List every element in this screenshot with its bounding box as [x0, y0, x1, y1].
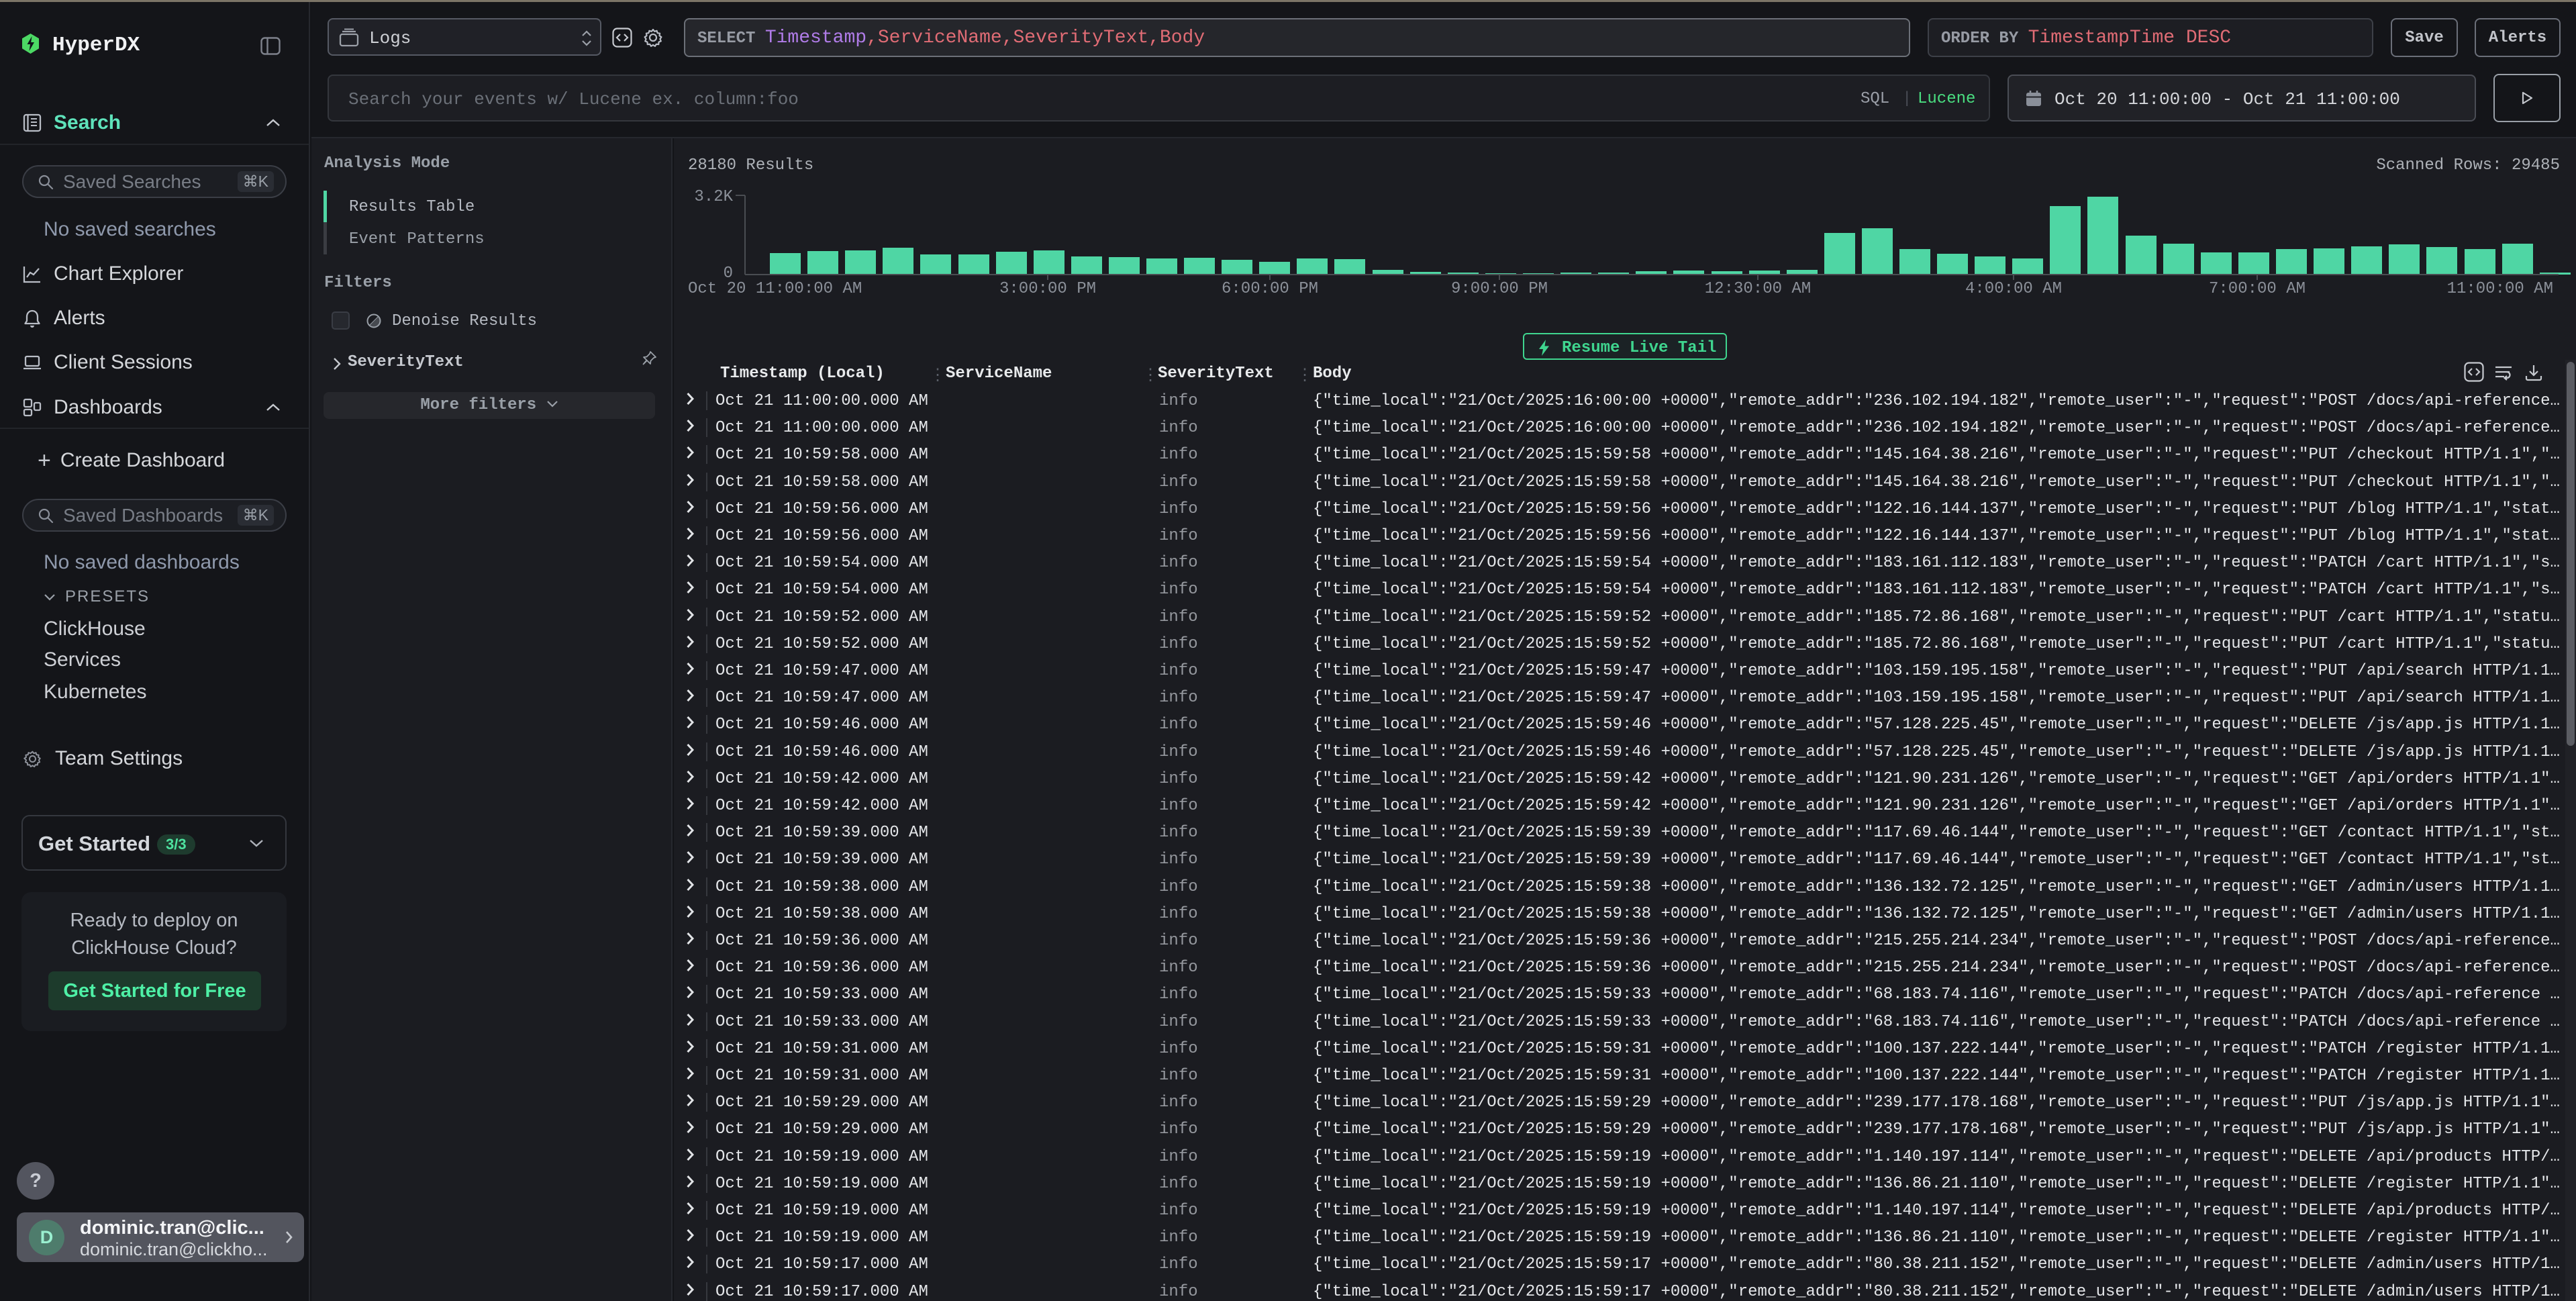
svg-text:9:00:00 PM: 9:00:00 PM: [1451, 280, 1548, 298]
svg-text:Oct 20 11:00:00 AM: Oct 20 11:00:00 AM: [688, 280, 862, 298]
svg-text:12:30:00 AM: 12:30:00 AM: [1705, 280, 1811, 298]
svg-text:3.2K: 3.2K: [694, 188, 733, 206]
svg-text:4:00:00 AM: 4:00:00 AM: [1965, 280, 2062, 298]
svg-text:6:00:00 PM: 6:00:00 PM: [1222, 280, 1318, 298]
svg-text:11:00:00 AM: 11:00:00 AM: [2447, 280, 2553, 298]
svg-text:7:00:00 AM: 7:00:00 AM: [2209, 280, 2306, 298]
svg-text:3:00:00 PM: 3:00:00 PM: [999, 280, 1096, 298]
